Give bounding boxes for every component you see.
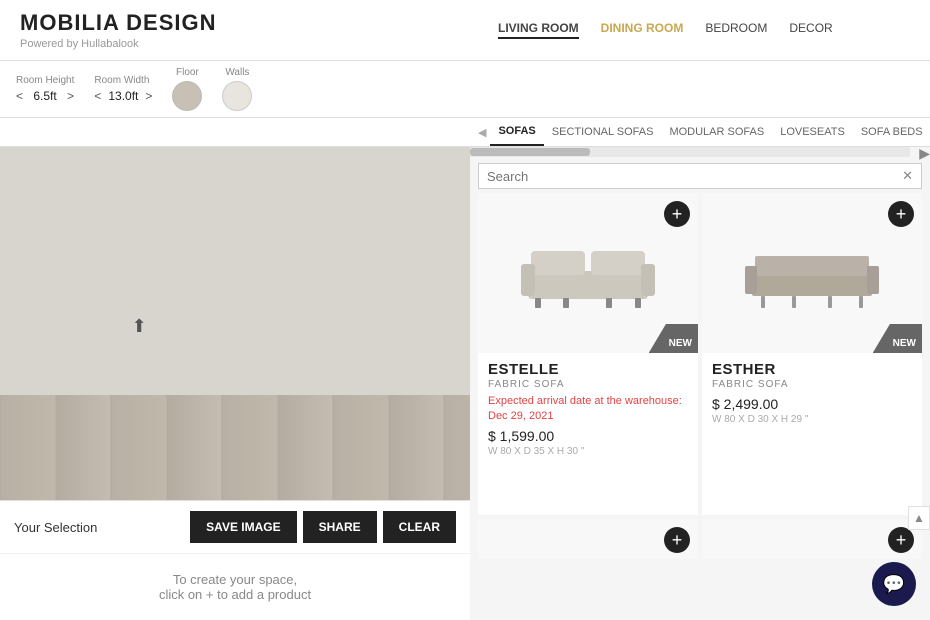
- room-width-increase[interactable]: >: [145, 89, 152, 103]
- scroll-left-arrow[interactable]: ◀: [474, 126, 490, 139]
- estelle-price: $ 1,599.00: [488, 428, 688, 444]
- scroll-right-btn[interactable]: ▶: [919, 147, 930, 162]
- floor-label: Floor: [176, 67, 199, 78]
- cat-loveseats[interactable]: LOVESEATS: [772, 119, 853, 145]
- esther-name: ESTHER: [712, 361, 912, 378]
- room-width-control: Room Width < 13.0ft >: [94, 75, 152, 103]
- search-clear-icon[interactable]: ✕: [902, 168, 913, 184]
- room-height-decrease[interactable]: <: [16, 89, 23, 103]
- product-grid: + NEW ESTELLE FABRIC SOFA Expected arriv…: [470, 193, 930, 620]
- estelle-info: ESTELLE FABRIC SOFA Expected arrival dat…: [478, 353, 698, 463]
- cat-sectional[interactable]: SECTIONAL SOFAS: [544, 119, 662, 145]
- search-input[interactable]: [487, 169, 902, 184]
- brand-subtitle: Powered by Hullabalook: [20, 38, 490, 50]
- esther-info: ESTHER FABRIC SOFA $ 2,499.00 W 80 X D 3…: [702, 353, 922, 431]
- room-width-value: 13.0ft: [104, 89, 142, 103]
- right-panel: ▶ ✕: [470, 147, 930, 620]
- estelle-sofa-image: [513, 236, 663, 311]
- instruction-line1: To create your space,: [18, 572, 452, 587]
- cursor-pointer: ⬆: [132, 316, 147, 337]
- cat-modular[interactable]: MODULAR SOFAS: [661, 119, 772, 145]
- scroll-up-button[interactable]: ▲: [908, 506, 930, 530]
- chat-button[interactable]: 💬: [872, 562, 916, 606]
- horizontal-scrollbar[interactable]: ▶: [470, 147, 910, 157]
- room-height-control: Room Height < 6.5ft >: [16, 75, 74, 103]
- esther-sofa-image: [737, 236, 887, 311]
- room-wall: [0, 147, 470, 400]
- estelle-type: FABRIC SOFA: [488, 379, 688, 390]
- esther-type: FABRIC SOFA: [712, 379, 912, 390]
- instruction-line2[interactable]: click on + to add a product: [18, 587, 452, 602]
- room-height-increase[interactable]: >: [67, 89, 74, 103]
- product-image-estelle: + NEW: [478, 193, 698, 353]
- nav-bedroom[interactable]: BEDROOM: [705, 21, 767, 39]
- product-card-partial-2: +: [702, 519, 922, 559]
- instruction-area: To create your space, click on + to add …: [0, 553, 470, 620]
- add-partial2-button[interactable]: +: [888, 527, 914, 553]
- esther-price: $ 2,499.00: [712, 396, 912, 412]
- esther-dims: W 80 X D 30 X H 29 ": [712, 414, 912, 425]
- nav-decor[interactable]: DECOR: [789, 21, 832, 39]
- esther-new-badge: NEW: [873, 324, 922, 353]
- nav-dining-room[interactable]: DINING ROOM: [601, 21, 684, 39]
- room-preview: ⬆: [0, 147, 470, 500]
- room-width-label: Room Width: [94, 75, 152, 86]
- room-height-label: Room Height: [16, 75, 74, 86]
- room-width-decrease[interactable]: <: [94, 89, 101, 103]
- add-esther-button[interactable]: +: [888, 201, 914, 227]
- cat-sofas[interactable]: SOFAS: [490, 118, 543, 146]
- product-card-partial-1: +: [478, 519, 698, 559]
- walls-swatch-control[interactable]: Walls: [222, 67, 252, 111]
- floor-swatch[interactable]: [172, 81, 202, 111]
- share-button[interactable]: SHARE: [303, 511, 377, 543]
- save-image-button[interactable]: SAVE IMAGE: [190, 511, 296, 543]
- add-estelle-button[interactable]: +: [664, 201, 690, 227]
- walls-label: Walls: [225, 67, 249, 78]
- estelle-name: ESTELLE: [488, 361, 688, 378]
- product-card-esther: + NEW ESTHER FABRIC SOFA $ 2,499.00 W 80…: [702, 193, 922, 515]
- product-image-esther: + NEW: [702, 193, 922, 353]
- add-partial1-button[interactable]: +: [664, 527, 690, 553]
- cat-sofa-beds[interactable]: SOFA BEDS: [853, 119, 930, 145]
- selection-label: Your Selection: [14, 520, 97, 535]
- instruction-click: click on + to add a product: [159, 587, 311, 602]
- scroll-thumb[interactable]: [470, 148, 590, 156]
- brand-title: MOBILIA DESIGN: [20, 10, 490, 36]
- walls-swatch[interactable]: [222, 81, 252, 111]
- estelle-dims: W 80 X D 35 X H 30 ": [488, 446, 688, 457]
- estelle-new-badge: NEW: [649, 324, 698, 353]
- product-card-estelle: + NEW ESTELLE FABRIC SOFA Expected arriv…: [478, 193, 698, 515]
- search-container: ✕: [478, 163, 922, 189]
- clear-button[interactable]: CLEAR: [383, 511, 456, 543]
- estelle-notice: Expected arrival date at the warehouse: …: [488, 394, 688, 425]
- room-floor: [0, 395, 470, 500]
- room-height-value: 6.5ft: [26, 89, 64, 103]
- selection-bar: Your Selection SAVE IMAGE SHARE CLEAR: [0, 500, 470, 553]
- floor-swatch-control[interactable]: Floor: [172, 67, 202, 111]
- nav-living-room[interactable]: LIVING ROOM: [498, 21, 579, 39]
